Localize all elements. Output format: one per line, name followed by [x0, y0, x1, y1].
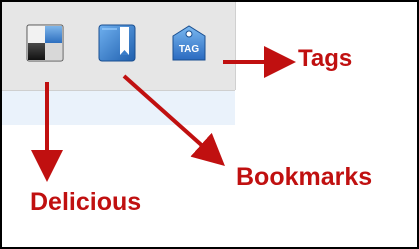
- tag-icon-text: TAG: [179, 44, 200, 55]
- screenshot-frame: TAG Tags Bookmarks Delicious: [0, 0, 419, 249]
- bookmarks-button[interactable]: [98, 24, 136, 62]
- delicious-icon: [26, 24, 64, 62]
- tag-icon: TAG: [172, 25, 206, 61]
- toolbar: TAG: [2, 2, 236, 90]
- bookmark-icon: [98, 24, 136, 62]
- tags-callout-label: Tags: [298, 45, 353, 72]
- delicious-callout-label: Delicious: [30, 188, 142, 216]
- bookmarks-callout-label: Bookmarks: [236, 163, 373, 191]
- delicious-button[interactable]: [26, 24, 64, 62]
- content-strip: [2, 91, 235, 125]
- tags-button[interactable]: TAG: [170, 24, 208, 62]
